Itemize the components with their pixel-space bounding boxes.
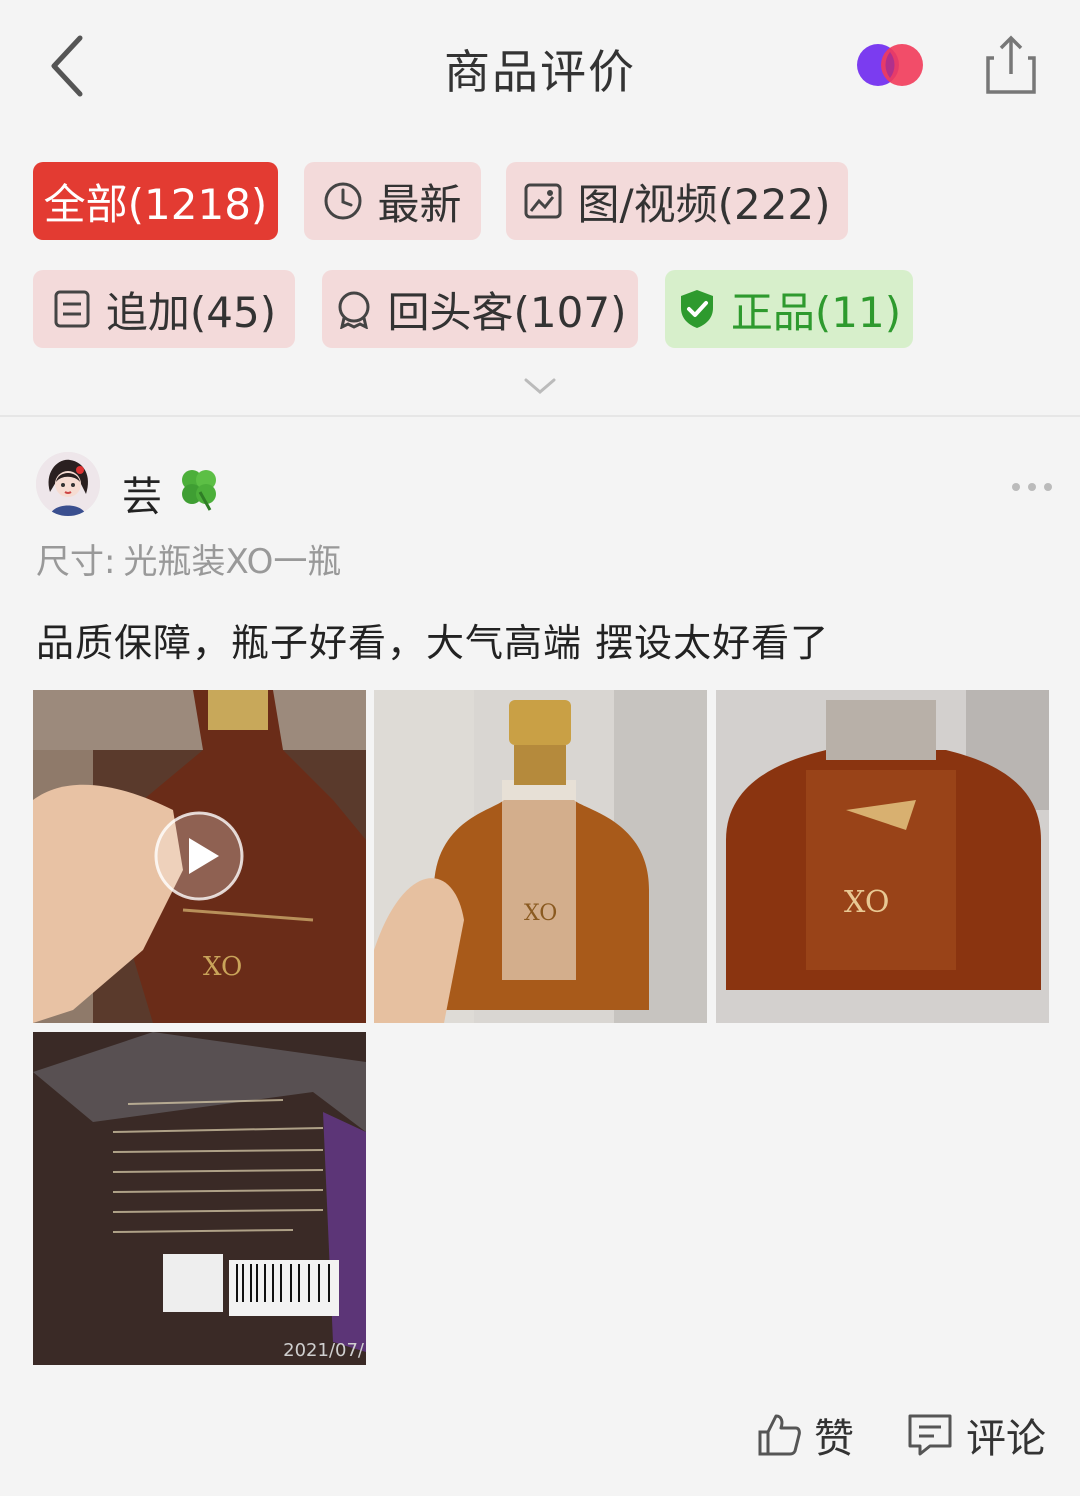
like-label: 赞	[814, 1416, 854, 1462]
filter-all[interactable]: 全部(1218)	[33, 162, 278, 240]
review-photo-video[interactable]: XO	[33, 690, 366, 1023]
clock-icon	[323, 181, 363, 221]
filter-media-label: 图/视频(222)	[577, 179, 831, 229]
filter-genuine-label: 正品(11)	[730, 287, 902, 337]
comment-label: 评论	[966, 1416, 1046, 1462]
share-icon[interactable]	[984, 34, 1038, 96]
thumbs-up-icon	[758, 1414, 801, 1456]
filter-genuine[interactable]: 正品(11)	[665, 270, 913, 348]
filter-media[interactable]: 图/视频(222)	[506, 162, 848, 240]
expand-chevron-icon[interactable]	[522, 372, 558, 400]
filter-latest[interactable]: 最新	[304, 162, 481, 240]
photo-date-stamp: 2021/07/	[283, 1340, 364, 1361]
reviewer-name: 芸	[122, 474, 162, 520]
play-icon[interactable]	[153, 810, 245, 902]
image-icon	[523, 181, 563, 221]
more-options-icon[interactable]	[1010, 480, 1054, 494]
avatar[interactable]	[36, 452, 100, 516]
brand-logo-icon[interactable]	[856, 40, 926, 90]
divider	[0, 415, 1080, 417]
comment-icon	[908, 1414, 952, 1456]
review-text: 品质保障，瓶子好看，大气高端 摆设太好看了	[36, 621, 830, 665]
review-photo-back-label[interactable]: 2021/07/	[33, 1032, 366, 1365]
document-icon	[52, 289, 92, 329]
shield-check-icon	[677, 288, 717, 330]
spec-line: 尺寸: 光瓶装XO一瓶	[36, 534, 349, 583]
svg-text:XO: XO	[524, 901, 557, 926]
svg-text:XO: XO	[844, 885, 889, 920]
filter-followup[interactable]: 追加(45)	[33, 270, 295, 348]
filter-all-label: 全部(1218)	[43, 179, 268, 229]
filter-latest-label: 最新	[377, 179, 462, 229]
svg-text:XO: XO	[203, 952, 242, 982]
filter-returning-label: 回头客(107)	[387, 287, 627, 337]
spec-label: 尺寸:	[36, 542, 116, 582]
badge-icon	[334, 289, 374, 329]
filter-returning[interactable]: 回头客(107)	[322, 270, 638, 348]
filter-followup-label: 追加(45)	[105, 287, 277, 337]
spec-value: 光瓶装XO一瓶	[123, 542, 342, 582]
like-button[interactable]: 赞	[756, 1406, 854, 1464]
top-bar: 商品评价	[0, 0, 1080, 140]
review-photo-bottle-front[interactable]: XO	[374, 690, 707, 1023]
review-photo-bottle-closeup[interactable]: XO	[716, 690, 1049, 1023]
comment-button[interactable]: 评论	[906, 1406, 1046, 1464]
clover-icon	[182, 470, 216, 511]
